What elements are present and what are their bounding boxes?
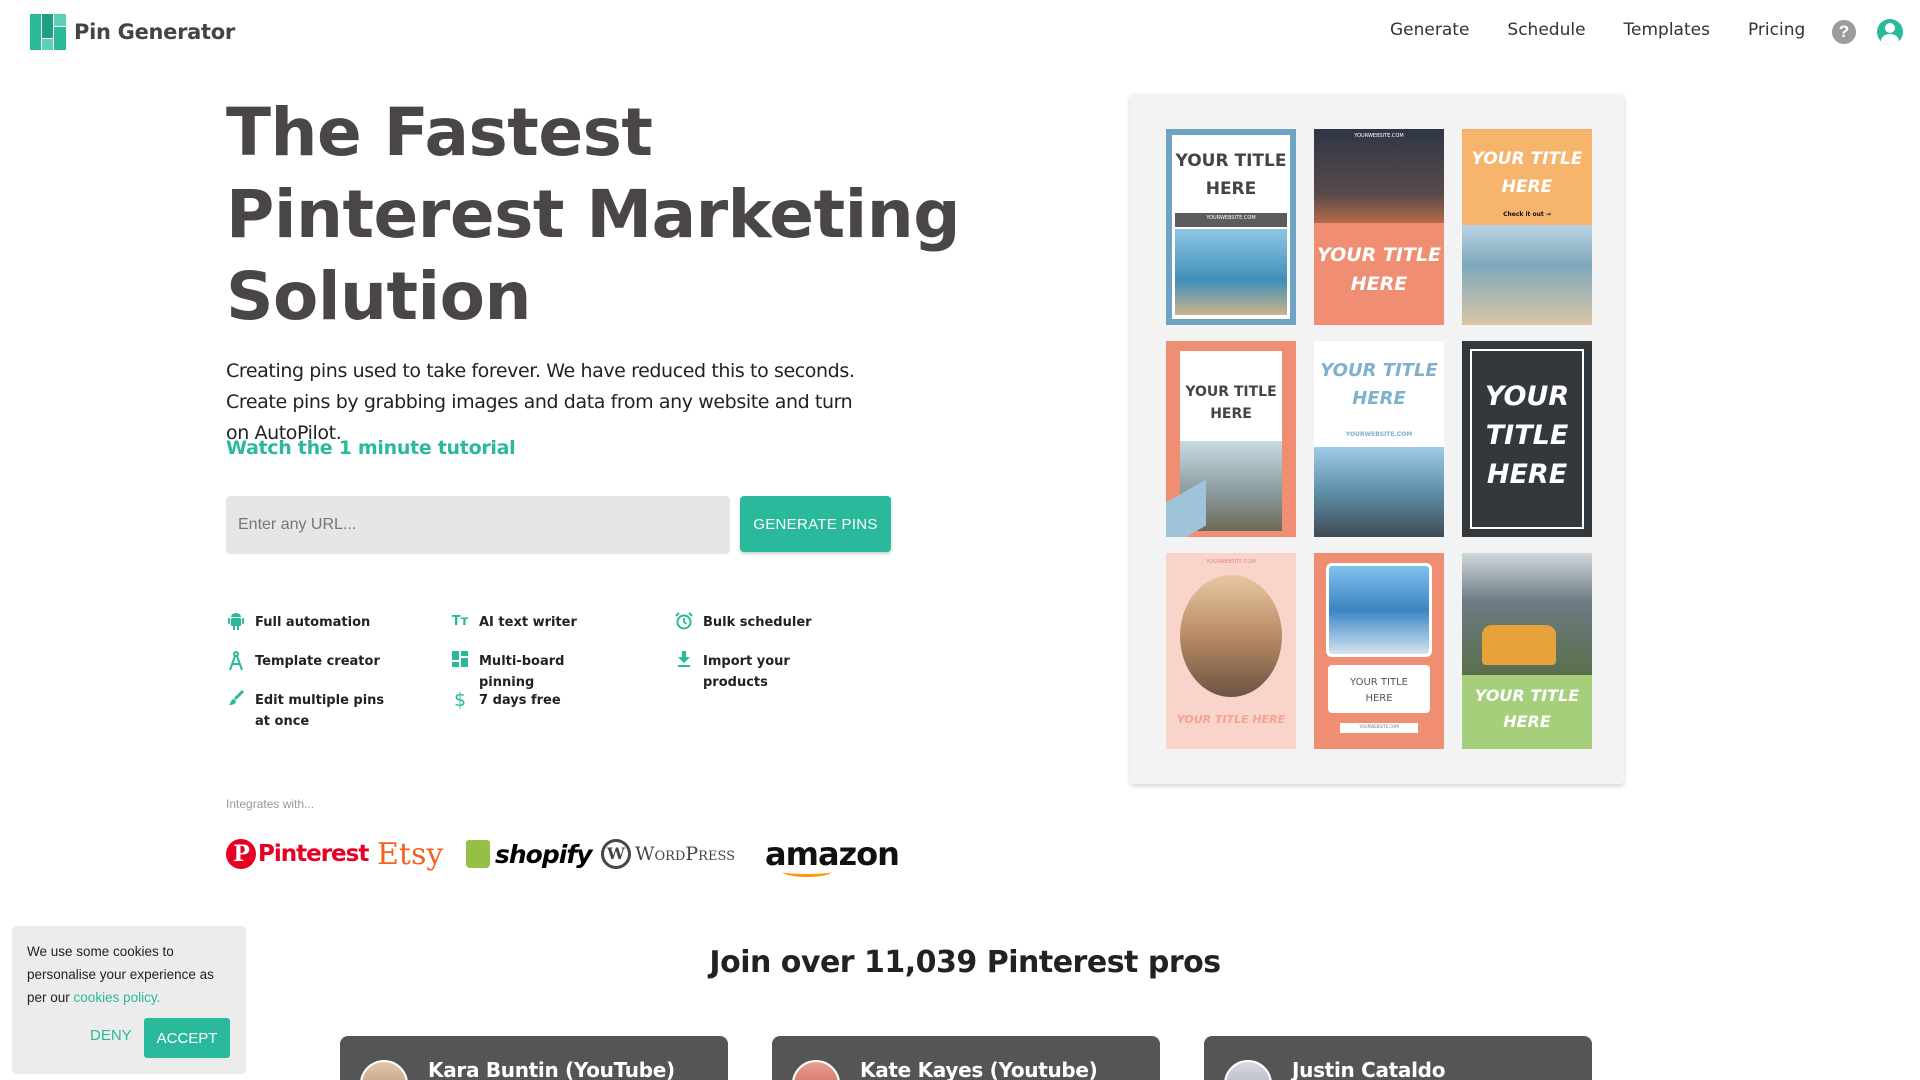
dollar-icon: $ bbox=[453, 689, 467, 711]
hero-title-line: Pinterest Marketing bbox=[226, 176, 960, 253]
generate-pins-button[interactable]: GENERATE PINS bbox=[740, 496, 891, 552]
feature-label: Bulk scheduler bbox=[703, 615, 812, 630]
android-icon bbox=[226, 612, 246, 632]
logo-icon bbox=[30, 14, 66, 50]
user-account-icon[interactable] bbox=[1877, 19, 1903, 45]
amazon-smile-icon bbox=[783, 867, 831, 877]
main-nav: Generate Schedule Templates Pricing bbox=[1390, 20, 1843, 40]
deny-cookies-button[interactable]: DENY bbox=[90, 1027, 132, 1044]
feature-item: $ 7 days free bbox=[450, 690, 614, 711]
wordpress-logo: W WordPress bbox=[601, 832, 735, 876]
brand-name: Pinterest bbox=[258, 841, 369, 867]
nav-generate[interactable]: Generate bbox=[1390, 20, 1469, 40]
feature-label: Template creator bbox=[255, 654, 380, 669]
wordpress-icon: W bbox=[601, 839, 631, 869]
pin-title: YOUR TITLE HERE bbox=[1176, 713, 1286, 726]
feature-item: Tт AI text writer bbox=[450, 612, 614, 633]
cookie-banner: We use some cookies to personalise your … bbox=[12, 926, 246, 1074]
header: Pin Generator Generate Schedule Template… bbox=[0, 0, 1920, 62]
feature-item: Edit multiple pins at once bbox=[226, 689, 390, 732]
pin-template[interactable]: YOUR TITLE HERE YOURWEBSITE.COM bbox=[1314, 553, 1444, 749]
feature-label: AI text writer bbox=[479, 615, 577, 630]
text-size-icon: Tт bbox=[451, 614, 469, 629]
pin-template[interactable]: YOUR TITLE HERE bbox=[1166, 341, 1296, 537]
cookies-policy-link[interactable]: cookies policy. bbox=[74, 990, 161, 1005]
pin-website: YOURWEBSITE.COM bbox=[1206, 559, 1256, 565]
alarm-clock-icon bbox=[674, 612, 694, 632]
nav-templates[interactable]: Templates bbox=[1624, 20, 1710, 40]
pin-template[interactable]: YOURWEBSITE.COM YOUR TITLE HERE bbox=[1166, 553, 1296, 749]
grid-icon bbox=[450, 651, 470, 671]
join-heading: Join over 11,039 Pinterest pros bbox=[709, 945, 1221, 980]
pinterest-icon: P bbox=[226, 839, 256, 869]
feature-label: Import your products bbox=[703, 654, 790, 690]
pin-template[interactable]: YOURWEBSITE.COM YOUR TITLE HERE bbox=[1314, 129, 1444, 325]
avatar bbox=[792, 1060, 840, 1080]
pin-title: YOUR TITLE HERE bbox=[1350, 677, 1408, 704]
pin-title: YOUR TITLE HERE bbox=[1185, 384, 1277, 422]
testimonial-name: Justin Cataldo bbox=[1292, 1058, 1446, 1080]
pin-template[interactable]: YOUR TITLE HERE bbox=[1462, 341, 1592, 537]
pin-website: YOURWEBSITE.COM bbox=[1354, 133, 1404, 139]
feature-item: Template creator bbox=[226, 651, 390, 672]
feature-item: Full automation bbox=[226, 612, 390, 633]
accept-cookies-button[interactable]: ACCEPT bbox=[144, 1018, 230, 1058]
shopify-logo: shopify bbox=[466, 832, 592, 876]
nav-pricing[interactable]: Pricing bbox=[1748, 20, 1805, 40]
hero-title-line: Solution bbox=[226, 258, 532, 335]
testimonial-name: Kara Buntin (YouTube) bbox=[428, 1058, 675, 1080]
help-icon[interactable]: ? bbox=[1832, 20, 1856, 44]
nav-schedule[interactable]: Schedule bbox=[1507, 20, 1585, 40]
feature-label: 7 days free bbox=[479, 693, 561, 708]
logo-text: Pin Generator bbox=[74, 20, 235, 44]
etsy-logo: Etsy bbox=[377, 832, 443, 876]
hero-description: Creating pins used to take forever. We h… bbox=[226, 360, 855, 444]
hero-title-line: The Fastest bbox=[226, 94, 653, 171]
url-input[interactable] bbox=[226, 496, 730, 554]
avatar bbox=[1224, 1060, 1272, 1080]
pin-website: YOURWEBSITE.COM bbox=[1359, 724, 1399, 729]
download-icon bbox=[674, 651, 694, 671]
pinterest-logo: P Pinterest bbox=[226, 832, 369, 876]
testimonial-card: Kara Buntin (YouTube) bbox=[340, 1036, 728, 1080]
feature-label: Full automation bbox=[255, 615, 371, 630]
brand-name: Etsy bbox=[377, 836, 444, 872]
pin-preview-grid: YOUR TITLE HERE YOURWEBSITE.COM YOURWEBS… bbox=[1130, 94, 1624, 784]
pin-title: YOUR TITLE HERE bbox=[1484, 381, 1570, 490]
pin-cta: Check it out → bbox=[1503, 211, 1551, 218]
cookie-message: We use some cookies to personalise your … bbox=[27, 940, 231, 1009]
pin-website: YOURWEBSITE.COM bbox=[1206, 215, 1256, 221]
pin-title: YOUR TITLE HERE bbox=[1317, 244, 1441, 295]
hero-title: The Fastest Pinterest Marketing Solution bbox=[226, 92, 960, 338]
amazon-logo: amazon bbox=[765, 832, 900, 877]
pin-title: YOUR TITLE HERE bbox=[1474, 686, 1580, 731]
brand-name: shopify bbox=[495, 839, 592, 869]
shopify-bag-icon bbox=[466, 840, 490, 868]
testimonial-card: Kate Kayes (Youtube) bbox=[772, 1036, 1160, 1080]
feature-item: Bulk scheduler bbox=[674, 612, 838, 633]
pin-template[interactable]: YOUR TITLE HERE bbox=[1462, 553, 1592, 749]
compass-icon bbox=[226, 651, 246, 671]
integrates-label: Integrates with... bbox=[226, 797, 315, 811]
feature-item: Multi-board pinning bbox=[450, 651, 614, 693]
pin-website: YOURWEBSITE.COM bbox=[1345, 431, 1413, 438]
pin-template[interactable]: YOUR TITLE HERE YOURWEBSITE.COM bbox=[1166, 129, 1296, 325]
brush-icon bbox=[226, 689, 246, 710]
testimonial-card: Justin Cataldo bbox=[1204, 1036, 1592, 1080]
avatar bbox=[360, 1060, 408, 1080]
pin-title: YOUR TITLE HERE bbox=[1471, 149, 1583, 197]
logo[interactable]: Pin Generator bbox=[30, 14, 235, 50]
pin-title: YOUR TITLE HERE bbox=[1175, 151, 1287, 199]
tutorial-link[interactable]: Watch the 1 minute tutorial bbox=[226, 437, 516, 459]
testimonial-name: Kate Kayes (Youtube) bbox=[860, 1058, 1098, 1080]
pin-template[interactable]: YOUR TITLE HERE YOURWEBSITE.COM bbox=[1314, 341, 1444, 537]
pin-title: YOUR TITLE HERE bbox=[1320, 360, 1438, 409]
feature-label: Multi-board pinning bbox=[479, 654, 565, 690]
brand-name: WordPress bbox=[635, 843, 736, 865]
feature-label: Edit multiple pins at once bbox=[255, 693, 385, 729]
pin-template[interactable]: YOUR TITLE HERE Check it out → bbox=[1462, 129, 1592, 325]
feature-item: Import your products bbox=[674, 651, 838, 693]
